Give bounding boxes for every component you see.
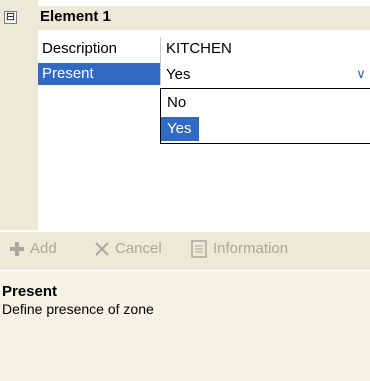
- add-label: Add: [30, 240, 57, 257]
- cancel-label: Cancel: [115, 240, 162, 257]
- toolbar: Add Cancel Information: [0, 232, 370, 270]
- help-title: Present: [2, 283, 58, 300]
- property-row-present[interactable]: Present Yes ∨: [38, 61, 370, 85]
- property-value-description[interactable]: KITCHEN: [166, 40, 232, 57]
- dropdown-option-no[interactable]: No: [161, 91, 370, 115]
- property-grid: ⊟ Element 1 Description KITCHEN Present …: [0, 0, 370, 230]
- information-label: Information: [213, 240, 289, 257]
- collapse-icon[interactable]: ⊟: [4, 11, 17, 24]
- property-row-description[interactable]: Description KITCHEN: [38, 37, 370, 59]
- column-divider: [160, 37, 161, 85]
- present-combobox-value: Yes: [166, 66, 191, 83]
- present-combobox[interactable]: Yes ∨: [160, 63, 370, 85]
- information-icon: [191, 240, 207, 258]
- chevron-down-icon[interactable]: ∨: [352, 63, 370, 85]
- property-name-description: Description: [42, 40, 118, 57]
- close-icon: [95, 242, 109, 256]
- category-row[interactable]: ⊟ Element 1: [0, 6, 370, 30]
- help-description: Define presence of zone: [2, 301, 154, 317]
- category-title: Element 1: [40, 8, 111, 25]
- grid-margin: [0, 0, 38, 230]
- plus-icon: [10, 242, 24, 256]
- present-dropdown-list[interactable]: No Yes: [160, 88, 370, 144]
- help-panel: Present Define presence of zone: [0, 270, 370, 381]
- property-name-present: Present: [38, 63, 162, 85]
- dropdown-option-yes[interactable]: Yes: [161, 117, 199, 141]
